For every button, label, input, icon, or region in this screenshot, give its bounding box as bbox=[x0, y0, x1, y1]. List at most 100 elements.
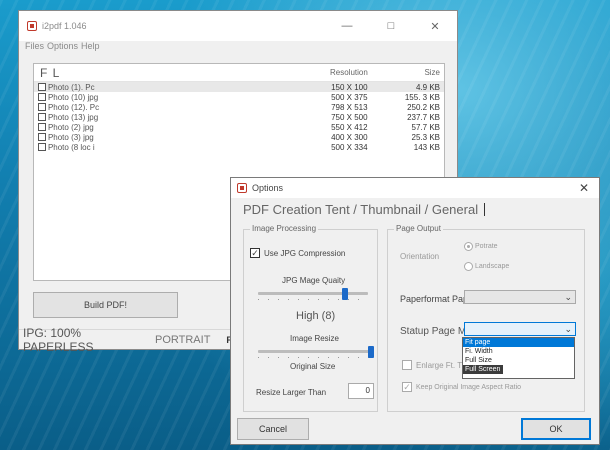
dropdown-option-full-size[interactable]: Full Size bbox=[463, 356, 574, 365]
jpg-quality-slider[interactable] bbox=[258, 288, 368, 300]
file-size: 25.3 KB bbox=[411, 132, 440, 142]
file-resolution: 798 X 513 bbox=[331, 102, 368, 112]
column-header-size[interactable]: Size bbox=[396, 68, 444, 77]
file-name: Photo (3) jpg bbox=[47, 132, 94, 142]
row-checkbox[interactable] bbox=[38, 103, 46, 111]
table-row[interactable]: Photo (10) jpg 500 X 375 155. 3 KB bbox=[34, 92, 444, 102]
file-name: Photo (13) jpg bbox=[47, 112, 99, 122]
file-name: Photo (10) jpg bbox=[47, 92, 99, 102]
menu-options[interactable]: Options bbox=[47, 41, 78, 55]
chevron-down-icon: ⌄ bbox=[564, 324, 572, 334]
use-jpg-compression-checkbox[interactable]: ✓ Use JPG Compression bbox=[250, 248, 345, 258]
dropdown-option-fit-page[interactable]: Fit page bbox=[463, 338, 574, 347]
orientation-label: Orientation bbox=[400, 252, 440, 261]
file-resolution: 400 X 300 bbox=[331, 132, 368, 142]
options-titlebar[interactable]: Options ✕ bbox=[231, 178, 599, 198]
radio-selected-icon bbox=[464, 242, 473, 251]
startup-mode-select[interactable]: ⌄ bbox=[464, 322, 576, 336]
file-resolution: 500 X 334 bbox=[331, 142, 368, 152]
table-row[interactable]: Photo (8 loc i 500 X 334 143 KB bbox=[34, 142, 444, 152]
file-resolution: 550 X 412 bbox=[331, 122, 368, 132]
column-header-resolution[interactable]: Resolution bbox=[330, 68, 396, 77]
options-dialog: Options ✕ PDF Creation Tent / Thumbnail … bbox=[230, 177, 600, 445]
checkbox-label: Use JPG Compression bbox=[264, 248, 346, 258]
jpg-quality-label: JPG Mage Quaity bbox=[282, 276, 346, 285]
main-titlebar[interactable]: i2pdf 1.046 — □ ✕ bbox=[19, 11, 457, 41]
resize-larger-label: Resize Larger Than bbox=[256, 388, 327, 397]
chevron-down-icon: ⌄ bbox=[564, 292, 572, 302]
image-resize-slider[interactable] bbox=[258, 346, 374, 358]
file-name: Photo (12). Pc bbox=[47, 102, 100, 112]
tab-labels[interactable]: PDF Creation Tent / Thumbnail / General bbox=[243, 202, 478, 217]
checkbox-empty-icon bbox=[402, 360, 412, 370]
row-checkbox[interactable] bbox=[38, 83, 46, 91]
row-checkbox[interactable] bbox=[38, 123, 46, 131]
file-size: 4.9 KB bbox=[415, 82, 440, 92]
ok-button[interactable]: OK bbox=[521, 418, 591, 440]
page-output-group: Page Output Orientation Potrate Landscap… bbox=[387, 224, 585, 412]
file-resolution: 150 X 100 bbox=[331, 82, 368, 92]
image-processing-group: Image Processing ✓ Use JPG Compression J… bbox=[243, 224, 378, 412]
dropdown-option-full-screen[interactable]: Full Screen bbox=[463, 365, 503, 374]
pdf-app-icon bbox=[27, 21, 37, 31]
window-controls: — □ ✕ bbox=[325, 11, 457, 41]
file-size: 237.7 KB bbox=[407, 112, 440, 122]
file-name: Photo (1). Pc bbox=[47, 82, 95, 92]
row-checkbox[interactable] bbox=[38, 143, 46, 151]
window-title: i2pdf 1.046 bbox=[42, 21, 87, 31]
checkbox-label: Keep Original Image Aspect Ratio bbox=[416, 383, 522, 391]
close-icon[interactable]: ✕ bbox=[579, 181, 589, 195]
table-row[interactable]: Photo (2) jpg 550 X 412 57.7 KB bbox=[34, 122, 444, 132]
file-name: Photo (8 loc i bbox=[47, 142, 95, 152]
slider-thumb[interactable] bbox=[368, 346, 374, 358]
row-checkbox[interactable] bbox=[38, 93, 46, 101]
column-header-name[interactable]: F L bbox=[34, 66, 330, 80]
jpg-quality-value: High (8) bbox=[296, 310, 336, 322]
maximize-icon[interactable]: □ bbox=[369, 11, 413, 41]
table-row[interactable]: Photo (1). Pc 150 X 100 4.9 KB bbox=[34, 82, 444, 92]
original-size-label: Original Size bbox=[290, 362, 336, 371]
file-resolution: 750 X 500 bbox=[331, 112, 368, 122]
table-row[interactable]: Photo (12). Pc 798 X 513 250.2 KB bbox=[34, 102, 444, 112]
file-name: Photo (2) jpg bbox=[47, 122, 94, 132]
status-compression: IPG: 100% PAPERLESS bbox=[23, 325, 94, 354]
checkmark-icon: ✓ bbox=[402, 381, 412, 392]
resize-larger-input[interactable]: 0 bbox=[348, 383, 374, 399]
close-icon[interactable]: ✕ bbox=[413, 11, 457, 41]
file-size: 250.2 KB bbox=[407, 102, 440, 112]
options-title: Options bbox=[252, 183, 284, 193]
file-size: 155. 3 KB bbox=[404, 92, 440, 102]
table-row[interactable]: Photo (3) jpg 400 X 300 25.3 KB bbox=[34, 132, 444, 142]
options-tabs: PDF Creation Tent / Thumbnail / General bbox=[231, 198, 599, 220]
enlarge-fit-checkbox[interactable]: Enlarge Ft. T bbox=[402, 360, 462, 370]
text-cursor bbox=[484, 202, 486, 216]
menubar: Files Options Help bbox=[19, 41, 457, 55]
keep-aspect-ratio-checkbox[interactable]: ✓ Keep Original Image Aspect Ratio bbox=[402, 382, 521, 392]
file-resolution: 500 X 375 bbox=[331, 92, 368, 102]
row-checkbox[interactable] bbox=[38, 113, 46, 121]
file-size: 143 KB bbox=[413, 142, 440, 152]
radio-label: Potrate bbox=[475, 243, 498, 250]
checkmark-icon: ✓ bbox=[250, 247, 260, 258]
file-size: 57.7 KB bbox=[411, 122, 440, 132]
paperformat-select[interactable]: ⌄ bbox=[464, 290, 576, 304]
minimize-icon[interactable]: — bbox=[325, 11, 369, 41]
menu-files[interactable]: Files bbox=[25, 41, 44, 55]
radio-label: Landscape bbox=[475, 263, 510, 270]
cancel-button[interactable]: Cancel bbox=[237, 418, 309, 440]
landscape-radio[interactable]: Landscape bbox=[464, 262, 509, 271]
checkbox-label: Enlarge Ft. T bbox=[416, 360, 463, 370]
group-label: Page Output bbox=[394, 224, 443, 233]
group-label: Image Processing bbox=[250, 224, 319, 233]
image-resize-label: Image Resize bbox=[290, 334, 339, 343]
status-orientation: PORTRAIT bbox=[155, 333, 211, 346]
portrait-radio[interactable]: Potrate bbox=[464, 242, 498, 251]
table-row[interactable]: Photo (13) jpg 750 X 500 237.7 KB bbox=[34, 112, 444, 122]
radio-unselected-icon bbox=[464, 262, 473, 271]
dropdown-option-fit-width[interactable]: Fi. Width bbox=[463, 347, 574, 356]
row-checkbox[interactable] bbox=[38, 133, 46, 141]
build-pdf-button[interactable]: Build PDF! bbox=[33, 292, 178, 318]
startup-mode-dropdown[interactable]: Fit page Fi. Width Full Size Full Screen bbox=[462, 337, 575, 379]
menu-help[interactable]: Help bbox=[81, 41, 100, 55]
slider-thumb[interactable] bbox=[342, 288, 348, 300]
